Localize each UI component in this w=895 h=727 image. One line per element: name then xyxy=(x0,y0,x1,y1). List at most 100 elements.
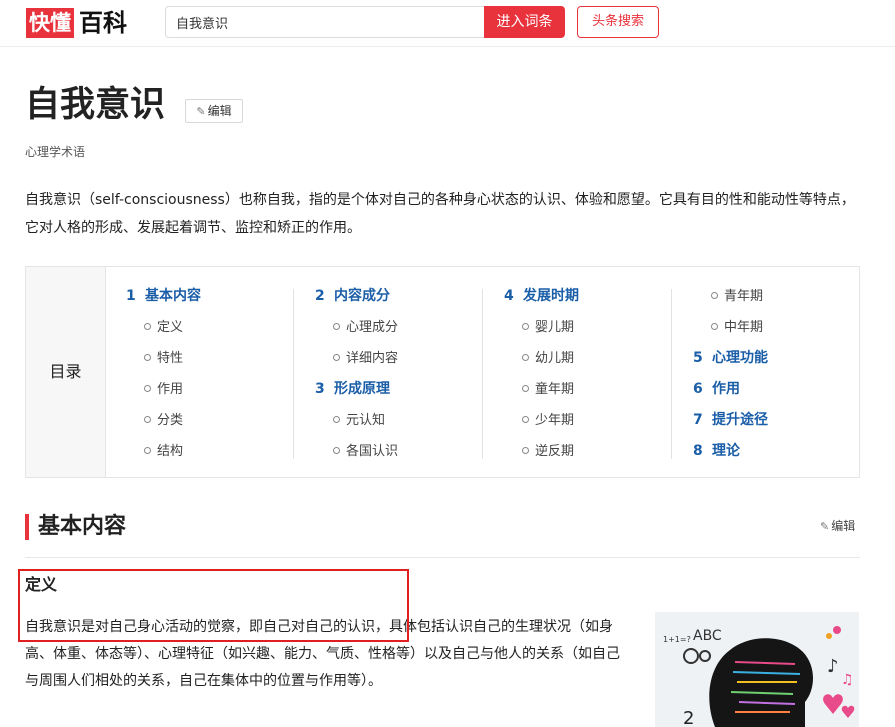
toc-item-label: 婴儿期 xyxy=(535,320,575,335)
toc-item-label: 童年期 xyxy=(535,382,575,397)
page-title: 自我意识 xyxy=(25,85,166,125)
enter-entry-button[interactable]: 进入词条 xyxy=(484,6,565,38)
toc-item-label: 详细内容 xyxy=(346,351,399,366)
toc-subsection-link[interactable]: 少年期 xyxy=(504,405,579,436)
toc-section-number: 2 xyxy=(315,288,325,304)
search-input[interactable] xyxy=(176,7,476,37)
toc-subsection-link[interactable]: 详细内容 xyxy=(315,343,398,374)
edit-label: 编辑 xyxy=(831,519,856,533)
toc-subsection-link[interactable]: 心理成分 xyxy=(315,312,398,343)
toc-item-label: 分类 xyxy=(157,413,184,428)
toc-item-label: 理论 xyxy=(712,443,740,459)
toc-item-label: 形成原理 xyxy=(334,381,390,397)
bullet-circle-icon xyxy=(522,416,529,423)
site-logo[interactable]: 快懂 百科 xyxy=(26,7,127,39)
toutiao-search-button[interactable]: 头条搜索 xyxy=(577,6,659,38)
toc-item-label: 青年期 xyxy=(724,289,764,304)
toc-section-link[interactable]: 2 内容成分 xyxy=(315,281,398,312)
toc-section-link[interactable]: 3 形成原理 xyxy=(315,374,398,405)
toc-item-label: 元认知 xyxy=(346,413,386,428)
toc-item-label: 心理功能 xyxy=(712,350,768,366)
toc-subsection-link[interactable]: 元认知 xyxy=(315,405,398,436)
edit-label: 编辑 xyxy=(207,104,232,118)
toc-section-number: 8 xyxy=(693,443,703,459)
figure-text-math: 1+1=? xyxy=(663,635,691,644)
toc-section-number: 4 xyxy=(504,288,514,304)
svg-text:♫: ♫ xyxy=(841,672,854,688)
logo-red-part: 快懂 xyxy=(26,8,74,38)
pencil-icon: ✎ xyxy=(196,105,206,118)
toc-item-label: 提升途径 xyxy=(712,412,768,428)
toc-item-label: 作用 xyxy=(712,381,740,397)
highlight-box xyxy=(18,569,409,642)
bullet-circle-icon xyxy=(333,416,340,423)
toc-item-label: 中年期 xyxy=(724,320,764,335)
bullet-circle-icon xyxy=(522,385,529,392)
toc-divider xyxy=(671,289,672,459)
bullet-circle-icon xyxy=(333,323,340,330)
figure-text-number: 2 xyxy=(683,708,694,727)
toc-subsection-link[interactable]: 幼儿期 xyxy=(504,343,579,374)
toc-subsection-link[interactable]: 结构 xyxy=(126,436,201,467)
toc-subsection-link[interactable]: 中年期 xyxy=(693,312,768,343)
bullet-circle-icon xyxy=(333,447,340,454)
toc-item-label: 心理成分 xyxy=(346,320,399,335)
toc-section-link[interactable]: 5 心理功能 xyxy=(693,343,768,374)
bullet-circle-icon xyxy=(711,323,718,330)
bullet-circle-icon xyxy=(144,354,151,361)
toc-subsection-link[interactable]: 分类 xyxy=(126,405,201,436)
toc-column-3: 4 发展时期婴儿期幼儿期童年期少年期逆反期 xyxy=(504,281,579,467)
search-box xyxy=(165,6,484,38)
toc-item-label: 基本内容 xyxy=(145,288,201,304)
bullet-circle-icon xyxy=(333,354,340,361)
toc-section-link[interactable]: 8 理论 xyxy=(693,436,768,467)
toc-item-label: 内容成分 xyxy=(334,288,390,304)
logo-black-part: 百科 xyxy=(79,9,127,37)
toc-subsection-link[interactable]: 逆反期 xyxy=(504,436,579,467)
toc-divider xyxy=(293,289,294,459)
summary-text: 自我意识（self-consciousness）也称自我，指的是个体对自己的各种… xyxy=(25,192,855,236)
bullet-circle-icon xyxy=(144,447,151,454)
toc-item-label: 结构 xyxy=(157,444,184,459)
toc-subsection-link[interactable]: 特性 xyxy=(126,343,201,374)
toc-subsection-link[interactable]: 作用 xyxy=(126,374,201,405)
section-title: 基本内容 xyxy=(38,514,127,539)
toc-subsection-link[interactable]: 婴儿期 xyxy=(504,312,579,343)
section-edit-button[interactable]: ✎ 编辑 xyxy=(820,517,855,534)
title-edit-button[interactable]: ✎ 编辑 xyxy=(185,99,243,123)
table-of-contents: 目录 1 基本内容定义特性作用分类结构 2 内容成分心理成分详细内容 3 形成原理元认知… xyxy=(25,266,860,478)
toc-item-label: 作用 xyxy=(157,382,184,397)
pencil-icon: ✎ xyxy=(820,520,830,533)
toc-section-link[interactable]: 1 基本内容 xyxy=(126,281,201,312)
toc-divider xyxy=(482,289,483,459)
svg-text:♪: ♪ xyxy=(827,656,839,677)
section-divider xyxy=(25,557,860,558)
toc-item-label: 发展时期 xyxy=(523,288,579,304)
toc-section-number: 5 xyxy=(693,350,703,366)
toc-subsection-link[interactable]: 青年期 xyxy=(693,281,768,312)
toc-subsection-link[interactable]: 童年期 xyxy=(504,374,579,405)
toc-item-label: 特性 xyxy=(157,351,184,366)
toc-section-number: 7 xyxy=(693,412,703,428)
section-accent-bar xyxy=(25,514,29,540)
toc-label: 目录 xyxy=(26,267,106,477)
toc-section-number: 6 xyxy=(693,381,703,397)
toc-item-label: 逆反期 xyxy=(535,444,575,459)
bullet-circle-icon xyxy=(144,385,151,392)
figure-text-abc: ABC xyxy=(693,628,722,644)
bullet-circle-icon xyxy=(522,447,529,454)
toc-column-4: 青年期中年期 5 心理功能 6 作用 7 提升途径 8 理论 xyxy=(693,281,768,467)
toc-section-link[interactable]: 7 提升途径 xyxy=(693,405,768,436)
top-bar: 快懂 百科 进入词条 头条搜索 xyxy=(0,0,895,47)
bullet-circle-icon xyxy=(522,354,529,361)
toc-section-link[interactable]: 4 发展时期 xyxy=(504,281,579,312)
bullet-circle-icon xyxy=(144,323,151,330)
toc-section-link[interactable]: 6 作用 xyxy=(693,374,768,405)
toc-subsection-link[interactable]: 定义 xyxy=(126,312,201,343)
bullet-circle-icon xyxy=(711,292,718,299)
toc-section-number: 1 xyxy=(126,288,136,304)
toc-subsection-link[interactable]: 各国认识 xyxy=(315,436,398,467)
toc-item-label: 各国认识 xyxy=(346,444,399,459)
article-image[interactable]: ♪ ♫ ABC 1+1=? 2 xyxy=(655,612,859,727)
page-subtitle: 心理学术语 xyxy=(25,145,86,159)
